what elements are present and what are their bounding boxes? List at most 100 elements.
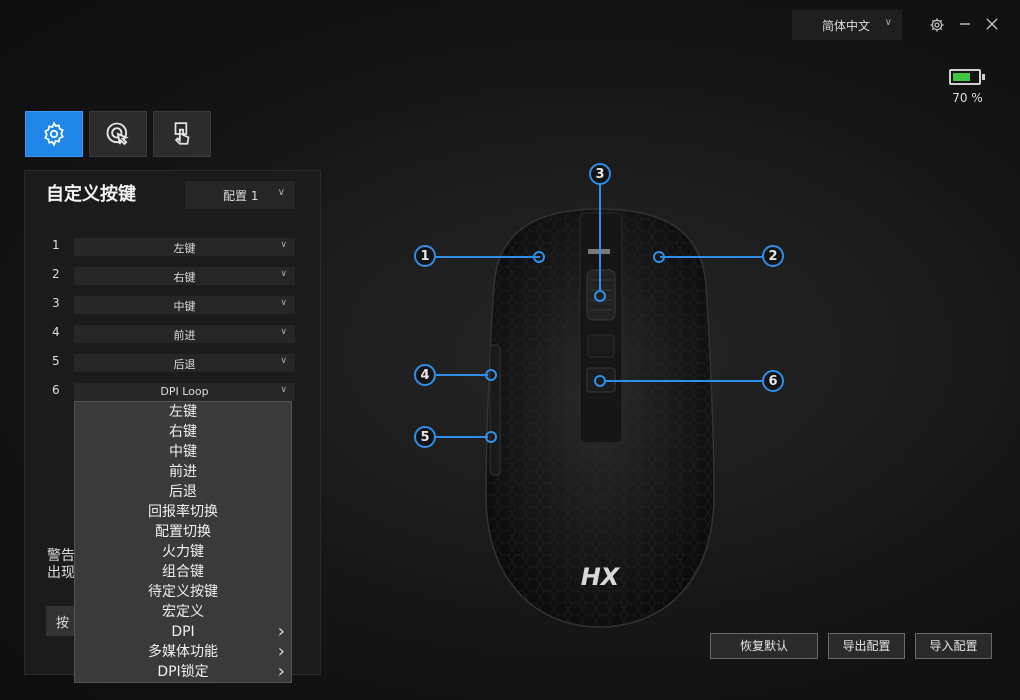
dropdown-item-label: 右键 bbox=[169, 424, 197, 440]
key-row-number: 2 bbox=[52, 267, 60, 281]
key-select-value: 左键 bbox=[173, 242, 196, 255]
dropdown-item-label: 左键 bbox=[169, 404, 197, 420]
panel-title: 自定义按键 bbox=[46, 184, 136, 205]
callout-label: 6 bbox=[768, 373, 778, 389]
dropdown-item[interactable]: 待定义按键 bbox=[75, 582, 291, 602]
chevron-down-icon: ∨ bbox=[280, 298, 287, 308]
dropdown-item-label: DPI bbox=[171, 624, 195, 640]
tab-touch[interactable] bbox=[153, 111, 211, 157]
callout-label: 4 bbox=[420, 367, 430, 383]
chevron-right-icon: › bbox=[277, 641, 285, 662]
chevron-down-icon: ∨ bbox=[280, 356, 287, 366]
key-2-select[interactable]: 右键 ∨ bbox=[74, 267, 295, 285]
import-config-button[interactable]: 导入配置 bbox=[915, 633, 992, 659]
touch-hand-icon bbox=[174, 122, 190, 145]
dropdown-item[interactable]: 多媒体功能 › bbox=[75, 642, 291, 662]
dropdown-item[interactable]: 左键 bbox=[75, 402, 291, 422]
close-button[interactable] bbox=[982, 14, 1002, 34]
dropdown-item[interactable]: 后退 bbox=[75, 482, 291, 502]
warning-line-2: 出现 bbox=[47, 565, 75, 581]
key-select-value: 后退 bbox=[173, 358, 196, 371]
close-icon bbox=[986, 18, 998, 30]
dropdown-item-label: 前进 bbox=[169, 464, 197, 480]
chevron-down-icon: ∨ bbox=[277, 187, 285, 198]
battery-percent: 70 % bbox=[952, 91, 983, 105]
warning-action-label: 按 bbox=[56, 616, 70, 631]
callout-dot-5 bbox=[485, 431, 497, 443]
callout-label: 2 bbox=[768, 248, 778, 264]
key-1-select[interactable]: 左键 ∨ bbox=[74, 238, 295, 256]
chevron-down-icon: ∨ bbox=[280, 385, 287, 395]
key-select-value: 中键 bbox=[173, 300, 196, 313]
dropdown-item[interactable]: 中键 bbox=[75, 442, 291, 462]
battery-nub bbox=[982, 74, 985, 80]
callout-dot-4 bbox=[485, 369, 497, 381]
dropdown-item-label: 回报率切换 bbox=[148, 504, 218, 520]
chevron-down-icon: ∨ bbox=[884, 17, 892, 28]
settings-button[interactable] bbox=[927, 15, 947, 35]
callout-dot-6 bbox=[594, 375, 606, 387]
chevron-right-icon: › bbox=[277, 661, 285, 682]
language-label: 简体中文 bbox=[822, 19, 871, 33]
key-select-value: DPI Loop bbox=[160, 385, 209, 398]
callout-dot-3 bbox=[594, 290, 606, 302]
callout-line-6 bbox=[605, 380, 765, 382]
key-row-number: 1 bbox=[52, 238, 60, 252]
key-row-number: 6 bbox=[52, 383, 60, 397]
chevron-down-icon: ∨ bbox=[280, 327, 287, 337]
callout-dot-1 bbox=[533, 251, 545, 263]
gear-icon bbox=[930, 18, 944, 32]
callout-label: 3 bbox=[595, 166, 605, 182]
dropdown-item-label: 多媒体功能 bbox=[148, 644, 218, 660]
dropdown-item[interactable]: 火力键 bbox=[75, 542, 291, 562]
dropdown-item[interactable]: DPI锁定 › bbox=[75, 662, 291, 682]
key-row-number: 4 bbox=[52, 325, 60, 339]
dropdown-item[interactable]: 配置切换 bbox=[75, 522, 291, 542]
dropdown-item[interactable]: 回报率切换 bbox=[75, 502, 291, 522]
callout-1: 1 bbox=[414, 245, 436, 267]
dropdown-item[interactable]: 宏定义 bbox=[75, 602, 291, 622]
reset-default-button[interactable]: 恢复默认 bbox=[710, 633, 818, 659]
minimize-icon bbox=[960, 23, 970, 25]
dropdown-item-label: DPI锁定 bbox=[157, 664, 209, 680]
callout-5: 5 bbox=[414, 426, 436, 448]
dropdown-item[interactable]: 组合键 bbox=[75, 562, 291, 582]
callout-dot-2 bbox=[653, 251, 665, 263]
brand-logo: HX bbox=[581, 563, 621, 591]
tab-settings[interactable] bbox=[25, 111, 83, 157]
chevron-down-icon: ∨ bbox=[280, 240, 287, 250]
battery-fill bbox=[953, 73, 970, 81]
warning-text: 警告 出现 bbox=[47, 548, 75, 582]
profile-select[interactable]: 配置 1 ∨ bbox=[185, 181, 295, 209]
side-buttons bbox=[489, 344, 501, 476]
callout-2: 2 bbox=[762, 245, 784, 267]
key-6-select[interactable]: DPI Loop ∨ bbox=[74, 383, 295, 401]
dropdown-item-label: 宏定义 bbox=[162, 604, 204, 620]
dropdown-item[interactable]: 前进 bbox=[75, 462, 291, 482]
language-select[interactable]: 简体中文 ∨ bbox=[792, 10, 902, 40]
callout-line-1 bbox=[436, 256, 540, 258]
callout-6: 6 bbox=[762, 370, 784, 392]
gear-icon bbox=[44, 121, 64, 147]
key-4-select[interactable]: 前进 ∨ bbox=[74, 325, 295, 343]
dropdown-item-label: 组合键 bbox=[162, 564, 204, 580]
chevron-right-icon: › bbox=[277, 621, 285, 642]
dropdown-item-label: 中键 bbox=[169, 444, 197, 460]
key-5-select[interactable]: 后退 ∨ bbox=[74, 354, 295, 372]
dropdown-item[interactable]: DPI › bbox=[75, 622, 291, 642]
tab-button-assign[interactable] bbox=[89, 111, 147, 157]
battery-indicator bbox=[949, 69, 985, 85]
callout-line-4 bbox=[436, 374, 488, 376]
key-3-select[interactable]: 中键 ∨ bbox=[74, 296, 295, 314]
warning-line-1: 警告 bbox=[47, 548, 75, 564]
dropdown-item-label: 火力键 bbox=[162, 544, 204, 560]
key-select-value: 前进 bbox=[173, 329, 196, 342]
export-config-button[interactable]: 导出配置 bbox=[828, 633, 905, 659]
minimize-button[interactable] bbox=[955, 14, 975, 34]
callout-line-2 bbox=[660, 256, 764, 258]
key-function-dropdown: 左键 右键 中键 前进 后退 回报率切换 配置切换 火力键 组合键 待定义按键 宏定义 DPI › 多媒体… bbox=[74, 401, 292, 683]
dropdown-item-label: 配置切换 bbox=[155, 524, 211, 540]
cursor-click-icon bbox=[106, 122, 129, 146]
dropdown-item[interactable]: 右键 bbox=[75, 422, 291, 442]
dropdown-item-label: 后退 bbox=[169, 484, 197, 500]
